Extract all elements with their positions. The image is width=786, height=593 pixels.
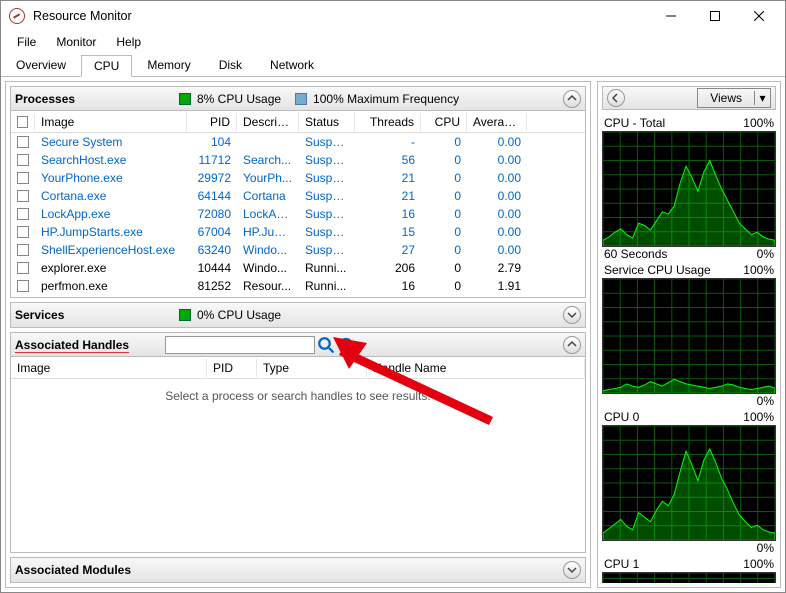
row-checkbox[interactable] [17,172,29,184]
title-bar: Resource Monitor [1,1,785,31]
window-title: Resource Monitor [33,9,649,23]
hcol-type[interactable]: Type [257,359,367,377]
cpu-usage-badge: 8% CPU Usage [179,92,281,106]
row-checkbox[interactable] [17,208,29,220]
search-handles-input[interactable] [165,336,315,354]
refresh-icon[interactable] [337,336,355,354]
processes-title: Processes [15,92,165,106]
tab-cpu[interactable]: CPU [81,55,132,77]
row-checkbox[interactable] [17,190,29,202]
processes-header-row: Image PID Descrip... Status Threads CPU … [11,111,585,133]
handles-header-row: Image PID Type Handle Name [11,357,585,379]
table-row[interactable]: HP.JumpStarts.exe67004HP.Jum... Suspe...… [11,223,585,241]
modules-title: Associated Modules [15,563,165,577]
green-square-icon [179,309,191,321]
menu-bar: File Monitor Help [1,31,785,53]
close-button[interactable] [737,2,781,30]
row-checkbox[interactable] [17,136,29,148]
col-cpu[interactable]: CPU [421,113,467,131]
expand-button[interactable] [563,306,581,324]
hcol-image[interactable]: Image [11,359,207,377]
green-square-icon [179,93,191,105]
minimize-button[interactable] [649,2,693,30]
col-status[interactable]: Status [299,113,355,131]
tab-overview[interactable]: Overview [3,54,79,76]
col-pid[interactable]: PID [187,113,237,131]
charts-collapse-button[interactable] [607,89,625,107]
tab-disk[interactable]: Disk [206,54,255,76]
hcol-handle[interactable]: Handle Name [367,359,585,377]
tab-network[interactable]: Network [257,54,327,76]
services-panel: Services 0% CPU Usage [10,302,586,328]
dropdown-arrow-icon: ▾ [754,91,770,105]
row-checkbox[interactable] [17,154,29,166]
row-checkbox[interactable] [17,244,29,256]
modules-panel: Associated Modules [10,557,586,583]
tab-memory[interactable]: Memory [134,54,203,76]
services-title: Services [15,308,165,322]
table-row[interactable]: explorer.exe10444Windo... Runni...20602.… [11,259,585,277]
row-checkbox[interactable] [17,262,29,274]
col-image[interactable]: Image [35,113,187,131]
tab-bar: Overview CPU Memory Disk Network [1,53,785,77]
maximize-button[interactable] [693,2,737,30]
table-row[interactable]: YourPhone.exe29972YourPh... Suspe...2100… [11,169,585,187]
row-checkbox[interactable] [17,226,29,238]
processes-panel: Processes 8% CPU Usage 100% Maximum Freq… [10,86,586,298]
row-checkbox[interactable] [17,280,29,292]
col-desc[interactable]: Descrip... [237,113,299,131]
hcol-pid[interactable]: PID [207,359,257,377]
table-row[interactable]: ShellExperienceHost.exe63240Windo... Sus… [11,241,585,259]
chart-cpu-total: CPU - Total100% 60 Seconds0% [602,116,776,261]
col-threads[interactable]: Threads [355,113,421,131]
handles-title: Associated Handles [15,338,165,352]
search-icon[interactable] [317,336,335,354]
chart-cpu0: CPU 0100% 0% [602,410,776,555]
app-icon [9,8,25,24]
chart-service-cpu: Service CPU Usage100% 0% [602,263,776,408]
processes-list[interactable]: Secure System104 Suspe...-00.00 SearchHo… [11,133,585,297]
menu-file[interactable]: File [7,33,46,51]
handles-hint: Select a process or search handles to se… [11,379,585,403]
select-all-checkbox[interactable] [17,116,28,128]
menu-monitor[interactable]: Monitor [46,33,106,51]
table-row[interactable]: Cortana.exe64144Cortana Suspe...2100.00 [11,187,585,205]
col-avg[interactable]: Averag... [467,113,527,131]
expand-button[interactable] [563,561,581,579]
menu-help[interactable]: Help [106,33,151,51]
table-row[interactable]: SearchHost.exe11712Search... Suspe...560… [11,151,585,169]
table-row[interactable]: LockApp.exe72080LockAp... Suspe...1600.0… [11,205,585,223]
blue-square-icon [295,93,307,105]
table-row[interactable]: perfmon.exe81252Resour... Runni...1601.9… [11,277,585,295]
views-dropdown[interactable]: Views ▾ [697,88,771,108]
collapse-button[interactable] [563,336,581,354]
collapse-button[interactable] [563,90,581,108]
services-usage-badge: 0% CPU Usage [179,308,281,322]
handles-panel: Associated Handles Image PID Type Handle… [10,332,586,553]
freq-badge: 100% Maximum Frequency [295,92,459,106]
charts-pane: Views ▾ CPU - Total100% 60 Seconds0% Ser… [597,81,781,588]
table-row[interactable]: Secure System104 Suspe...-00.00 [11,133,585,151]
chart-cpu1: CPU 1100% [602,557,776,583]
